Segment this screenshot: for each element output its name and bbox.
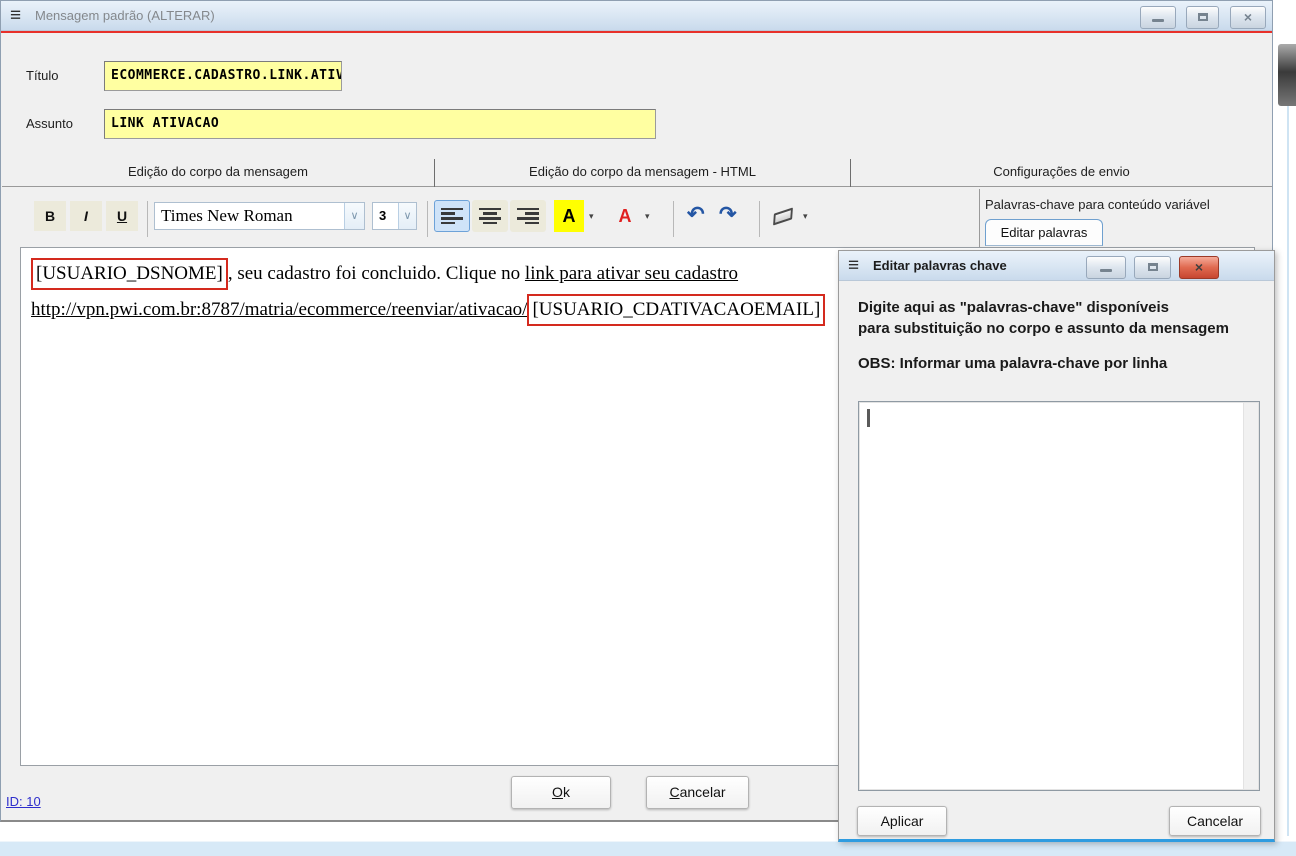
chevron-down-icon[interactable]: ▾ — [645, 211, 650, 222]
titulo-label: Título — [26, 61, 59, 91]
bold-button[interactable]: B — [34, 201, 66, 231]
tab-edicao-corpo-html[interactable]: Edição do corpo da mensagem - HTML — [435, 159, 851, 187]
chevron-down-icon[interactable]: ▾ — [803, 211, 808, 222]
font-size-value: 3 — [379, 203, 397, 229]
chevron-down-icon[interactable]: ▾ — [589, 211, 594, 222]
edit-keywords-button[interactable]: Editar palavras — [985, 219, 1103, 246]
dialog-titlebar[interactable]: ≡ Editar palavras chave × — [839, 251, 1274, 281]
align-center-button[interactable] — [472, 200, 508, 232]
align-left-button[interactable] — [434, 200, 470, 232]
main-window-title: Mensagem padrão (ALTERAR) — [35, 8, 215, 23]
ok-button[interactable]: Ok — [511, 776, 611, 809]
highlight-color-button[interactable]: A — [554, 200, 584, 232]
main-titlebar[interactable]: ≡ Mensagem padrão (ALTERAR) × — [1, 1, 1272, 31]
chevron-down-icon[interactable]: ∨ — [344, 203, 364, 229]
close-button[interactable]: × — [1230, 6, 1266, 29]
cancel-button-label-rest: ancelar — [680, 784, 726, 800]
panel-divider — [979, 189, 980, 247]
titulo-field[interactable]: ECOMMERCE.CADASTRO.LINK.ATIV — [104, 61, 342, 91]
toolbar-separator — [759, 201, 760, 237]
scrollbar-track[interactable] — [1243, 403, 1258, 789]
tab-configuracoes-envio[interactable]: Configurações de envio — [851, 159, 1272, 187]
cancel-button[interactable]: Cancelar — [646, 776, 749, 809]
eraser-icon[interactable] — [773, 207, 793, 225]
keyword-usuario-dsnome: [USUARIO_DSNOME] — [31, 258, 228, 290]
dialog-minimize-button[interactable] — [1086, 256, 1126, 279]
keywords-panel-label: Palavras-chave para conteúdo variável — [985, 197, 1270, 212]
dialog-restore-button[interactable] — [1134, 256, 1171, 279]
align-left-icon — [441, 208, 463, 225]
window-menu-icon[interactable]: ≡ — [848, 255, 859, 277]
taskbar-strip — [0, 841, 1296, 856]
cancel-button-label: C — [669, 784, 679, 800]
align-right-button[interactable] — [510, 200, 546, 232]
toolbar-separator — [673, 201, 674, 237]
dialog-instructions-line2: para substituição no corpo e assunto da … — [858, 320, 1229, 337]
minimize-icon — [1100, 269, 1112, 272]
chevron-down-icon[interactable]: ∨ — [398, 203, 416, 229]
dialog-instructions-line1: Digite aqui as "palavras-chave" disponív… — [858, 299, 1169, 316]
restore-icon — [1148, 263, 1158, 271]
dialog-cancel-button[interactable]: Cancelar — [1169, 806, 1261, 836]
font-family-value: Times New Roman — [161, 203, 342, 229]
font-family-select[interactable]: Times New Roman ∨ — [154, 202, 365, 230]
text-caret — [867, 409, 870, 427]
close-icon: × — [1195, 259, 1203, 275]
apply-button[interactable]: Aplicar — [857, 806, 947, 836]
window-menu-icon[interactable]: ≡ — [10, 5, 21, 27]
record-id-link[interactable]: ID: 10 — [6, 794, 41, 809]
assunto-field[interactable]: LINK ATIVACAO — [104, 109, 656, 139]
editor-url: http://vpn.pwi.com.br:8787/matria/ecomme… — [31, 299, 527, 320]
edit-keywords-dialog: ≡ Editar palavras chave × Digite aqui as… — [838, 250, 1275, 842]
redo-icon[interactable]: ↷ — [719, 202, 737, 227]
tab-edicao-corpo[interactable]: Edição do corpo da mensagem — [2, 159, 435, 187]
toolbar-separator — [147, 201, 148, 237]
font-size-select[interactable]: 3 ∨ — [372, 202, 417, 230]
font-color-button[interactable]: A — [611, 200, 639, 232]
restore-button[interactable] — [1186, 6, 1219, 29]
align-center-icon — [479, 208, 501, 225]
italic-button[interactable]: I — [70, 201, 102, 231]
ok-button-label-rest: k — [563, 784, 570, 800]
editor-text: , seu cadastro foi concluido. Clique no — [228, 263, 525, 284]
title-accent-line — [1, 31, 1272, 33]
background-window-fragment — [1278, 44, 1296, 106]
tabstrip: Edição do corpo da mensagem Edição do co… — [2, 159, 1272, 187]
editor-link-text: link para ativar seu cadastro — [525, 263, 738, 284]
close-icon: × — [1244, 9, 1252, 25]
toolbar-separator — [427, 201, 428, 237]
assunto-label: Assunto — [26, 109, 73, 139]
ok-button-label: O — [552, 784, 563, 800]
undo-icon[interactable]: ↶ — [687, 202, 705, 227]
underline-button[interactable]: U — [106, 201, 138, 231]
dialog-close-button[interactable]: × — [1179, 256, 1219, 279]
minimize-button[interactable] — [1140, 6, 1176, 29]
keyword-usuario-cdativacaoemail: [USUARIO_CDATIVACAOEMAIL] — [527, 294, 825, 326]
align-right-icon — [517, 208, 539, 225]
background-window-edge — [1287, 106, 1289, 836]
keywords-textarea[interactable] — [858, 401, 1260, 791]
dialog-title: Editar palavras chave — [873, 258, 1007, 273]
dialog-obs-line: OBS: Informar uma palavra-chave por linh… — [858, 355, 1167, 372]
restore-icon — [1198, 13, 1208, 21]
minimize-icon — [1152, 19, 1164, 22]
screen: ≡ Mensagem padrão (ALTERAR) × Título ECO… — [0, 0, 1296, 856]
